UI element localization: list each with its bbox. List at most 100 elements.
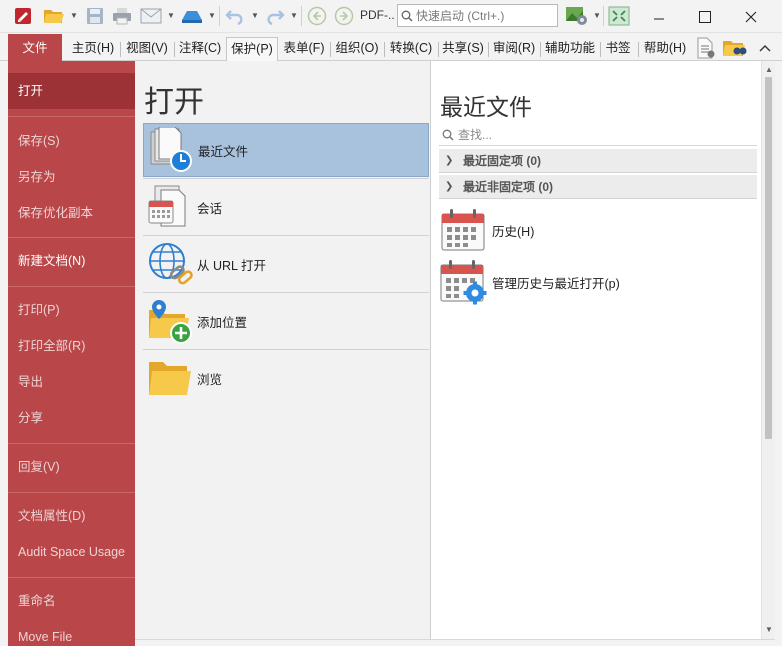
chevron-down-icon[interactable]: ▼ [290, 9, 298, 23]
maximize-icon [699, 10, 711, 23]
sidebar-item-open[interactable]: 打开 [8, 73, 135, 109]
minimize-button[interactable] [636, 0, 682, 33]
sidebar-item-share[interactable]: 分享 [8, 400, 135, 436]
scroll-up-icon[interactable]: ▲ [762, 63, 776, 77]
fullscreen-icon[interactable] [607, 5, 631, 27]
sidebar-divider [8, 237, 135, 238]
sidebar-item-audit-space-usage[interactable]: Audit Space Usage [8, 534, 135, 570]
search-icon [401, 10, 413, 22]
open-item-label: 浏览 [197, 372, 223, 387]
search-icon [442, 129, 454, 141]
undo-icon[interactable] [223, 5, 249, 27]
quick-launch-input[interactable] [416, 8, 554, 23]
sidebar-item-document-properties[interactable]: 文档属性(D) [8, 498, 135, 534]
open-item-label: 会话 [197, 201, 223, 216]
quick-launch-search[interactable] [397, 4, 558, 27]
open-divider [143, 178, 429, 179]
vertical-scrollbar[interactable]: ▲ ▼ [761, 61, 775, 639]
chevron-down-icon[interactable]: ▼ [251, 9, 259, 23]
tab-divider [488, 42, 489, 57]
tab-form[interactable]: 表单(F) [280, 37, 328, 61]
open-folder-icon[interactable] [42, 5, 66, 27]
find-folder-icon[interactable] [721, 37, 749, 59]
open-recent-files[interactable]: 最近文件 [143, 123, 429, 177]
open-add-location[interactable]: 添加位置 [143, 294, 429, 348]
tab-divider [330, 42, 331, 57]
open-browse[interactable]: 浏览 [143, 351, 429, 405]
tab-bookmarks[interactable]: 书签 [602, 37, 634, 61]
sidebar-divider [8, 443, 135, 444]
tab-convert[interactable]: 转换(C) [386, 37, 436, 61]
back-icon[interactable] [306, 5, 328, 27]
tab-home[interactable]: 主页(H) [68, 37, 118, 61]
tab-view[interactable]: 视图(V) [122, 37, 172, 61]
tab-accessibility[interactable]: 辅助功能 [542, 37, 598, 61]
chevron-down-icon[interactable]: ▼ [70, 9, 78, 23]
window-frame-bottom [135, 639, 775, 646]
settings-image-icon[interactable] [563, 5, 591, 27]
sidebar-item-rename[interactable]: 重命名 [8, 583, 135, 619]
chevron-down-icon[interactable]: ▼ [208, 9, 216, 23]
tab-file[interactable]: 文件 [8, 34, 62, 62]
toolbar-separator [219, 6, 220, 26]
group-label: 最近固定项 (0) [463, 154, 542, 168]
sessions-icon [145, 183, 195, 231]
open-sessions[interactable]: 会话 [143, 180, 429, 234]
sidebar-item-reply[interactable]: 回复(V) [8, 449, 135, 485]
recent-search-input[interactable] [458, 127, 748, 142]
open-from-url[interactable]: 从 URL 打开 [143, 237, 429, 291]
tab-protect[interactable]: 保护(P) [226, 37, 278, 61]
group-label: 最近非固定项 (0) [463, 180, 554, 194]
tab-organize[interactable]: 组织(O) [332, 37, 382, 61]
toolbar-separator [301, 6, 302, 26]
recent-search-box[interactable] [439, 124, 757, 146]
sidebar-item-move-file[interactable]: Move File [8, 619, 135, 646]
tab-divider [438, 42, 439, 57]
scroll-down-icon[interactable]: ▼ [762, 623, 776, 637]
tab-divider [174, 42, 175, 57]
sidebar-item-print-all[interactable]: 打印全部(R) [8, 328, 135, 364]
maximize-button[interactable] [682, 0, 728, 33]
cloud-drive-icon[interactable] [178, 5, 206, 27]
document-list-icon[interactable] [694, 37, 718, 59]
scrollbar-thumb[interactable] [765, 77, 772, 439]
tab-comment[interactable]: 注释(C) [176, 37, 224, 61]
sidebar-item-export[interactable]: 导出 [8, 364, 135, 400]
ribbon-tab-bar: 文件 主页(H) 视图(V) 注释(C) 保护(P) 表单(F) 组织(O) 转… [0, 33, 782, 62]
chevron-down-icon[interactable]: ▼ [593, 9, 601, 23]
tab-help[interactable]: 帮助(H) [640, 37, 690, 61]
save-icon[interactable] [84, 5, 106, 27]
open-divider [143, 349, 429, 350]
recent-files-icon [146, 126, 196, 174]
group-pinned-recent[interactable]: ❯ 最近固定项 (0) [439, 149, 757, 173]
sidebar-item-print[interactable]: 打印(P) [8, 292, 135, 328]
add-location-icon [145, 297, 195, 345]
recent-item-history[interactable]: 历史(H) [439, 207, 757, 253]
tab-review[interactable]: 审阅(R) [490, 37, 538, 61]
tab-divider [600, 42, 601, 57]
calendar-icon [439, 207, 487, 253]
sidebar-item-save-optimized[interactable]: 保存优化副本 [8, 195, 135, 231]
forward-icon[interactable] [333, 5, 355, 27]
app-logo-icon[interactable] [12, 5, 34, 27]
close-button[interactable] [728, 0, 774, 33]
open-item-label: 最近文件 [198, 144, 249, 159]
recent-files-title: 最近文件 [440, 94, 532, 120]
backstage-sidebar: 打开 保存(S) 另存为 保存优化副本 新建文档(N) 打印(P) 打印全部(R… [8, 61, 135, 646]
sidebar-item-save[interactable]: 保存(S) [8, 123, 135, 159]
collapse-ribbon-button[interactable] [756, 37, 774, 59]
group-unpinned-recent[interactable]: ❯ 最近非固定项 (0) [439, 175, 757, 199]
page-title: 打开 [144, 86, 204, 119]
tab-divider [540, 42, 541, 57]
tab-share[interactable]: 共享(S) [440, 37, 486, 61]
sidebar-item-new-document[interactable]: 新建文档(N) [8, 243, 135, 279]
email-icon[interactable] [138, 5, 164, 27]
sidebar-item-save-as[interactable]: 另存为 [8, 159, 135, 195]
title-bar: ▼ ▼ ▼ ▼ ▼ PDF-.. ▼ [0, 0, 782, 33]
window-frame-left [0, 61, 8, 646]
print-icon[interactable] [111, 5, 133, 27]
chevron-down-icon[interactable]: ▼ [167, 9, 175, 23]
pdf-dropdown-label[interactable]: PDF-.. [360, 8, 395, 22]
recent-item-manage-history[interactable]: 管理历史与最近打开(p) [439, 259, 757, 305]
redo-icon[interactable] [261, 5, 287, 27]
